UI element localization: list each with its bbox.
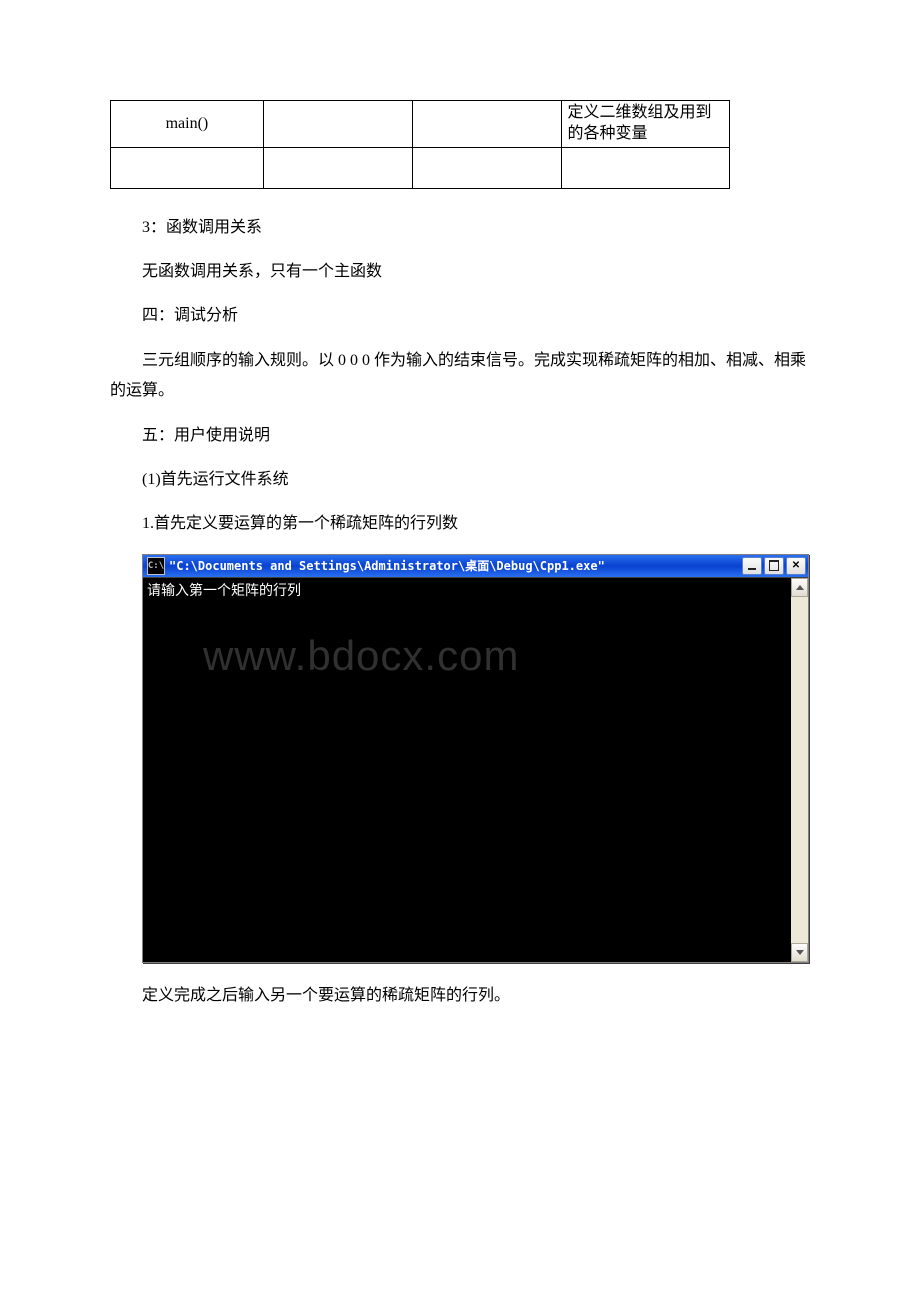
info-table: main() 定义二维数组及用到的各种变量 (110, 100, 730, 189)
paragraph: 三元组顺序的输入规则。以 0 0 0 作为输入的结束信号。完成实现稀疏矩阵的相加… (78, 346, 810, 407)
maximize-icon (769, 560, 779, 571)
vertical-scrollbar[interactable] (791, 578, 808, 962)
console-window: C:\ "C:\Documents and Settings\Administr… (142, 554, 809, 963)
cell (263, 147, 412, 188)
paragraph: 1.首先定义要运算的第一个稀疏矩阵的行列数 (110, 509, 810, 539)
window-title: "C:\Documents and Settings\Administrator… (169, 557, 742, 574)
scroll-track[interactable] (791, 597, 808, 943)
paragraph: 四：调试分析 (110, 301, 810, 331)
close-button[interactable]: ✕ (786, 557, 806, 575)
close-icon: ✕ (792, 561, 800, 571)
paragraph: (1)首先运行文件系统 (110, 465, 810, 495)
paragraph: 3：函数调用关系 (110, 213, 810, 243)
scroll-up-button[interactable] (791, 578, 808, 597)
watermark: www.bdocx.com (203, 632, 519, 680)
console-output: 请输入第一个矩阵的行列 (147, 580, 787, 600)
cmd-icon: C:\ (147, 557, 165, 575)
chevron-up-icon (796, 585, 804, 590)
titlebar: C:\ "C:\Documents and Settings\Administr… (143, 555, 808, 577)
minimize-button[interactable] (742, 557, 762, 575)
chevron-down-icon (796, 950, 804, 955)
table-row (111, 147, 730, 188)
cell (412, 101, 561, 148)
cell-main: main() (111, 101, 264, 148)
cell (412, 147, 561, 188)
cell (111, 147, 264, 188)
paragraph: 五：用户使用说明 (110, 421, 810, 451)
cell-desc: 定义二维数组及用到的各种变量 (561, 101, 729, 148)
console-client[interactable]: 请输入第一个矩阵的行列 www.bdocx.com (143, 578, 791, 962)
scroll-down-button[interactable] (791, 943, 808, 962)
maximize-button[interactable] (764, 557, 784, 575)
paragraph: 无函数调用关系，只有一个主函数 (110, 257, 810, 287)
table-row: main() 定义二维数组及用到的各种变量 (111, 101, 730, 148)
cell (561, 147, 729, 188)
minimize-icon (748, 568, 756, 570)
paragraph: 定义完成之后输入另一个要运算的稀疏矩阵的行列。 (110, 981, 810, 1011)
cell (263, 101, 412, 148)
